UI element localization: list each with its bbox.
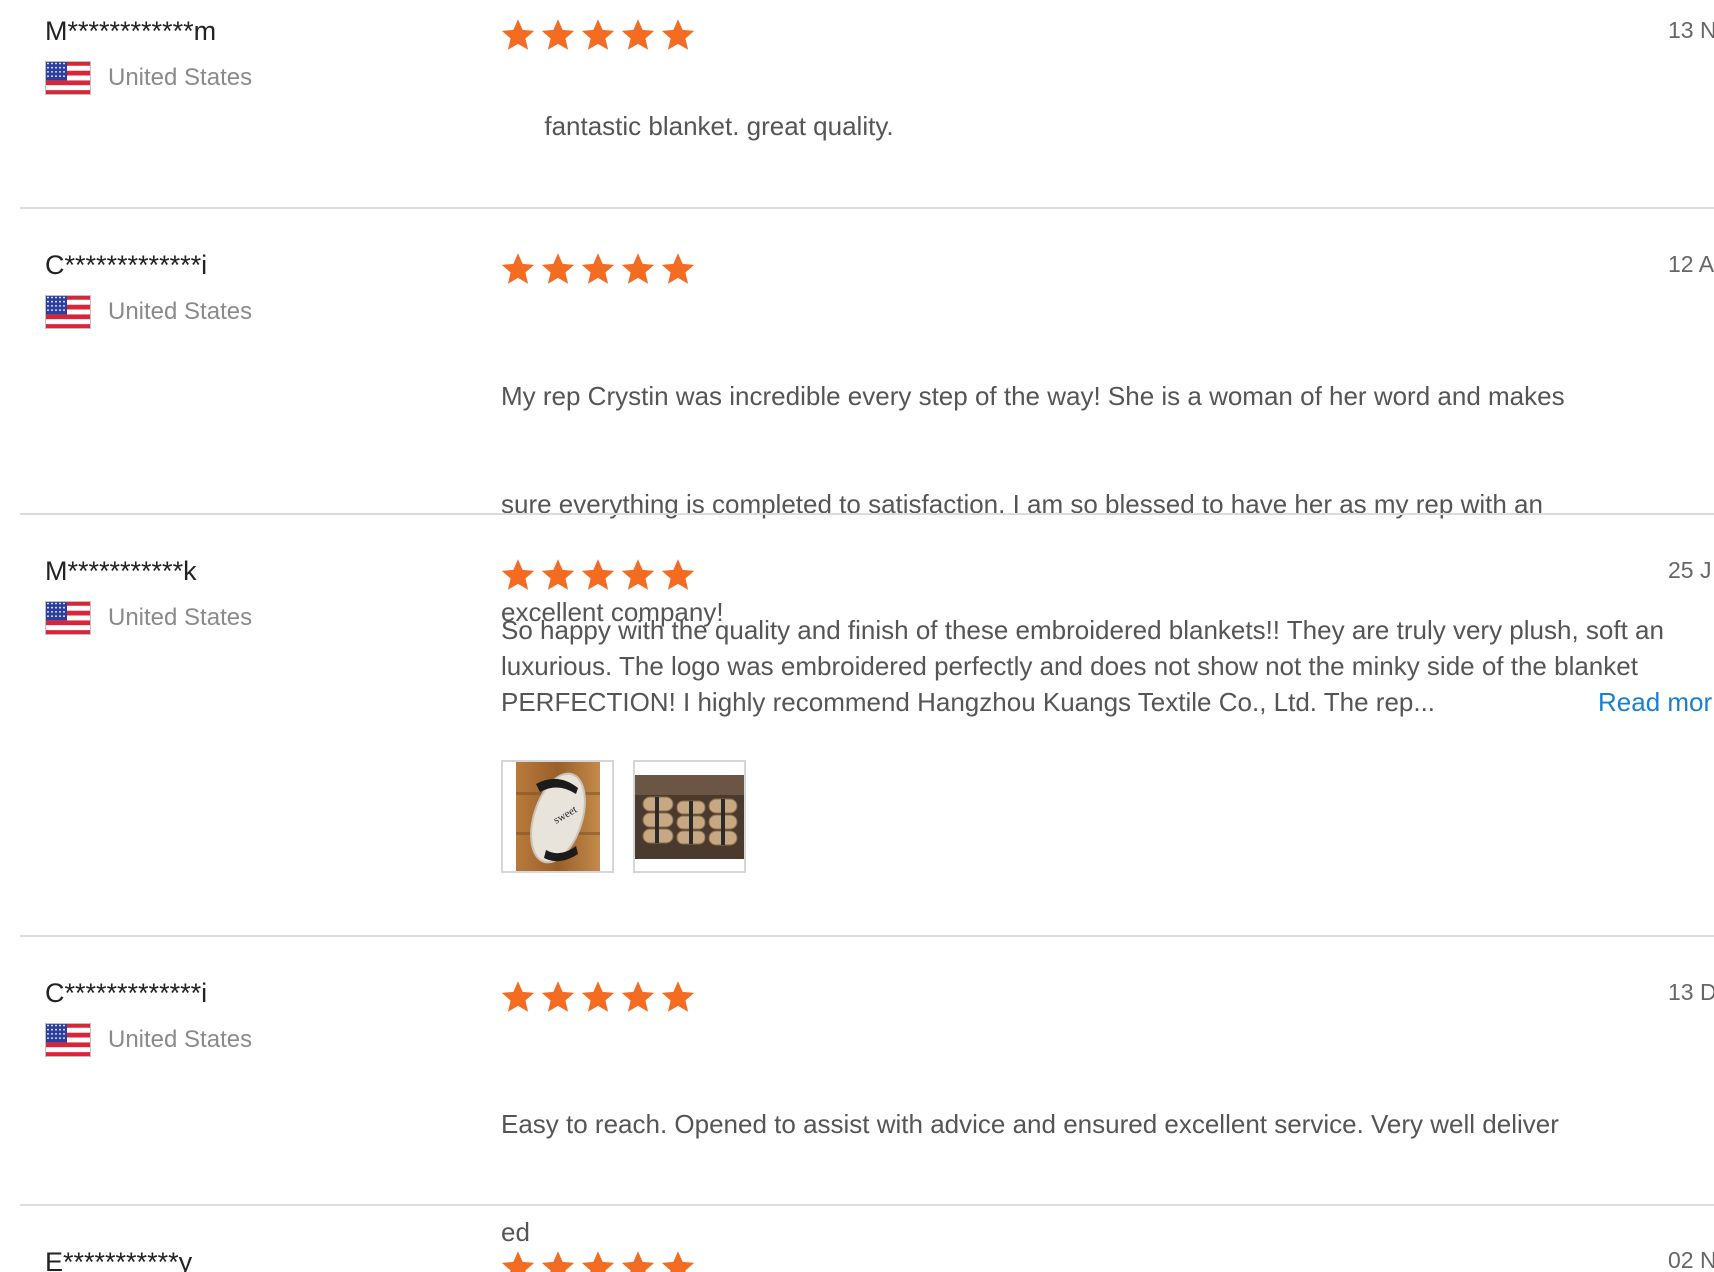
star-icon	[661, 981, 695, 1012]
reviewer-name: M***********k	[45, 556, 197, 586]
country-label: United States	[108, 604, 253, 631]
reviewer-country: United States	[45, 294, 252, 330]
review-text-line: ed	[501, 1217, 530, 1247]
star-icon	[621, 19, 655, 50]
review-text-line: My rep Crystin was incredible every step…	[501, 381, 1565, 411]
star-icon	[581, 981, 615, 1012]
reviewer-name: C*************i	[45, 250, 208, 280]
reviewer-country: United States	[45, 600, 252, 636]
review-date: 13 N	[1668, 17, 1714, 43]
review-divider	[20, 1204, 1714, 1206]
review-text-line: So happy with the quality and finish of …	[501, 615, 1664, 645]
country-label: United States	[108, 298, 253, 325]
reviewer-country: United States	[45, 1022, 252, 1058]
review-text: fantastic blanket. great quality.	[501, 72, 1626, 180]
reviewer-name: C*************i	[45, 978, 208, 1008]
review-text: Easy to reach. Opened to assist with adv…	[501, 1034, 1626, 1272]
rating-stars	[500, 979, 696, 1015]
star-icon	[621, 981, 655, 1012]
star-icon	[581, 253, 615, 284]
star-icon	[661, 19, 695, 50]
us-flag-icon	[45, 1023, 91, 1057]
star-icon	[581, 1251, 615, 1272]
read-more-link[interactable]: Read mor	[1598, 684, 1712, 720]
review-text: So happy with the quality and finish of …	[501, 612, 1714, 720]
star-icon	[501, 559, 535, 590]
star-icon	[541, 559, 575, 590]
stacked-blankets-photo	[635, 774, 744, 859]
us-flag-icon	[45, 601, 91, 635]
rolled-blanket-photo: sweet	[515, 762, 600, 871]
star-icon	[621, 559, 655, 590]
star-icon	[661, 559, 695, 590]
review-text-line: luxurious. The logo was embroidered perf…	[501, 651, 1638, 681]
star-icon	[661, 253, 695, 284]
star-icon	[501, 1251, 535, 1272]
reviewer-name: E***********y	[45, 1247, 193, 1272]
rating-stars	[500, 1249, 696, 1272]
country-label: United States	[108, 64, 253, 91]
rating-stars	[500, 251, 696, 287]
review-text-line: Easy to reach. Opened to assist with adv…	[501, 1109, 1559, 1139]
review-text-line: fantastic blanket. great quality.	[544, 111, 894, 141]
review-divider	[20, 513, 1714, 515]
review-divider	[20, 207, 1714, 209]
review-date: 13 D	[1668, 979, 1714, 1005]
country-label: United States	[108, 1026, 253, 1053]
review-date: 25 J	[1668, 557, 1712, 583]
star-icon	[541, 253, 575, 284]
us-flag-icon	[45, 61, 91, 95]
star-icon	[501, 253, 535, 284]
star-icon	[621, 253, 655, 284]
star-icon	[501, 981, 535, 1012]
us-flag-icon	[45, 295, 91, 329]
reviewer-name: M************m	[45, 16, 217, 46]
review-photo-thumbnail[interactable]: sweet	[501, 760, 614, 873]
reviewer-country: United States	[45, 60, 252, 96]
review-date: 02 N	[1668, 1247, 1714, 1272]
reviews-page: M************m United States fantastic b…	[0, 0, 1714, 1272]
star-icon	[621, 1251, 655, 1272]
rating-stars	[500, 17, 696, 53]
rating-stars	[500, 557, 696, 593]
star-icon	[541, 19, 575, 50]
star-icon	[581, 559, 615, 590]
star-icon	[581, 19, 615, 50]
review-text-line: sure everything is completed to satisfac…	[501, 489, 1543, 519]
star-icon	[541, 981, 575, 1012]
star-icon	[501, 19, 535, 50]
star-icon	[541, 1251, 575, 1272]
review-divider	[20, 935, 1714, 937]
star-icon	[661, 1251, 695, 1272]
review-photo-thumbnail[interactable]	[633, 760, 746, 873]
review-date: 12 A	[1668, 251, 1714, 277]
review-text-line: PERFECTION! I highly recommend Hangzhou …	[501, 687, 1436, 717]
